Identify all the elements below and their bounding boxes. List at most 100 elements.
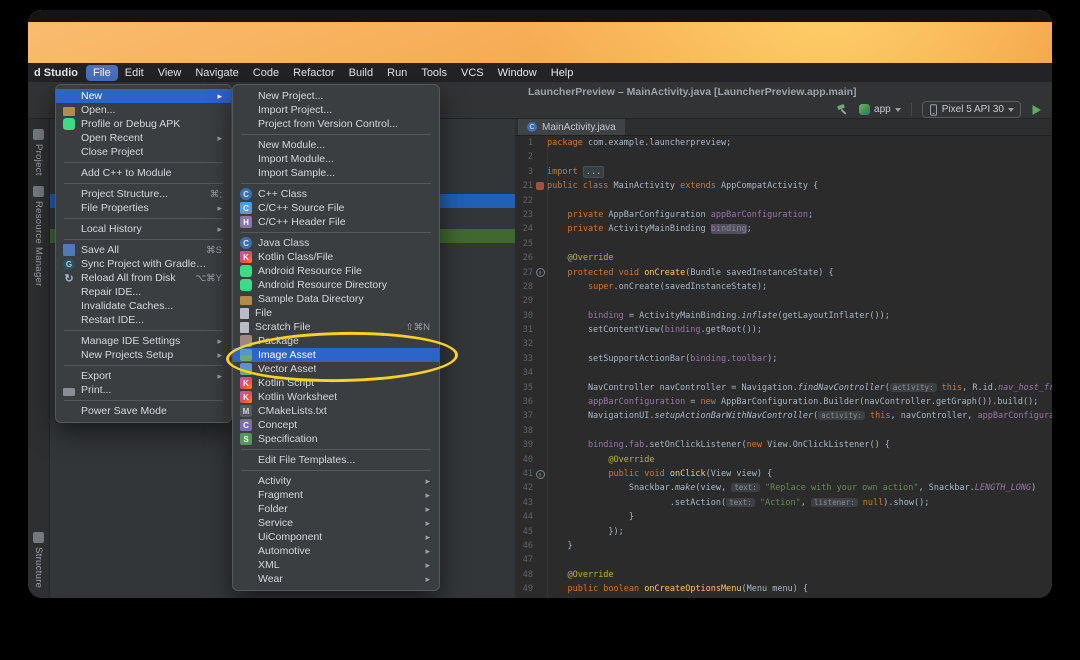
file-menu-item-add-c-to-module[interactable]: Add C++ to Module: [56, 166, 231, 180]
new-submenu-item-file[interactable]: File: [233, 306, 439, 320]
line-number[interactable]: 46: [515, 539, 533, 553]
line-number[interactable]: 45: [515, 525, 533, 539]
menubar-item-vcs[interactable]: VCS: [454, 65, 491, 81]
menubar-item-code[interactable]: Code: [246, 65, 286, 81]
tool-window-button-structure[interactable]: Structure: [33, 527, 44, 593]
new-submenu-item-c-c-source-file[interactable]: CC/C++ Source File: [233, 201, 439, 215]
file-menu-item-print[interactable]: Print...: [56, 383, 231, 397]
line-number[interactable]: 26: [515, 251, 533, 265]
line-number[interactable]: 22: [515, 194, 533, 208]
new-submenu-item-activity[interactable]: Activity▸: [233, 474, 439, 488]
new-submenu-item-android-resource-directory[interactable]: Android Resource Directory: [233, 278, 439, 292]
file-menu-item-profile-or-debug-apk[interactable]: Profile or Debug APK: [56, 117, 231, 131]
new-submenu-item-concept[interactable]: CConcept: [233, 418, 439, 432]
menubar-item-edit[interactable]: Edit: [118, 65, 151, 81]
new-submenu-item-java-class[interactable]: CJava Class: [233, 236, 439, 250]
new-submenu-item-automotive[interactable]: Automotive▸: [233, 544, 439, 558]
line-number[interactable]: 42: [515, 481, 533, 495]
new-submenu-item-new-module[interactable]: New Module...: [233, 138, 439, 152]
new-submenu-item-wear[interactable]: Wear▸: [233, 572, 439, 586]
file-menu-item-close-project[interactable]: Close Project: [56, 145, 231, 159]
line-number[interactable]: 29: [515, 294, 533, 308]
new-submenu-item-specification[interactable]: SSpecification: [233, 432, 439, 446]
tab-mainactivity-java[interactable]: C MainActivity.java: [518, 119, 625, 135]
new-submenu-item-cmakelists-txt[interactable]: MCMakeLists.txt: [233, 404, 439, 418]
line-number[interactable]: 35: [515, 381, 533, 395]
new-submenu-item-new-project[interactable]: New Project...: [233, 89, 439, 103]
new-submenu-item-uicomponent[interactable]: UiComponent▸: [233, 530, 439, 544]
new-submenu-item-sample-data-directory[interactable]: Sample Data Directory: [233, 292, 439, 306]
new-submenu-item-scratch-file[interactable]: Scratch File⇧⌘N: [233, 320, 439, 334]
line-number[interactable]: 49: [515, 582, 533, 596]
menubar-item-file[interactable]: File: [86, 65, 118, 81]
override-method-icon[interactable]: ↑: [536, 470, 545, 479]
menubar-item-view[interactable]: View: [151, 65, 189, 81]
run-config-chooser[interactable]: app: [859, 104, 901, 115]
file-menu-item-new[interactable]: New▸: [56, 89, 231, 103]
new-submenu-item-project-from-version-control[interactable]: Project from Version Control...: [233, 117, 439, 131]
line-number[interactable]: 32: [515, 337, 533, 351]
menubar-item-refactor[interactable]: Refactor: [286, 65, 342, 81]
new-submenu-item-android-resource-file[interactable]: Android Resource File: [233, 264, 439, 278]
line-number[interactable]: 30: [515, 309, 533, 323]
line-number[interactable]: 44: [515, 510, 533, 524]
new-submenu-item-vector-asset[interactable]: Vector Asset: [233, 362, 439, 376]
line-number[interactable]: 48: [515, 568, 533, 582]
line-number[interactable]: 3: [515, 165, 533, 179]
menubar-item-run[interactable]: Run: [380, 65, 414, 81]
new-submenu-item-image-asset[interactable]: Image Asset: [233, 348, 439, 362]
file-menu-item-local-history[interactable]: Local History▸: [56, 222, 231, 236]
run-button[interactable]: [1031, 104, 1042, 116]
line-number[interactable]: 2: [515, 150, 533, 164]
line-number[interactable]: 40: [515, 453, 533, 467]
line-number[interactable]: 21: [515, 179, 533, 193]
menubar-item-help[interactable]: Help: [544, 65, 581, 81]
file-menu-item-power-save-mode[interactable]: Power Save Mode: [56, 404, 231, 418]
new-submenu-item-xml[interactable]: XML▸: [233, 558, 439, 572]
new-submenu-item-import-project[interactable]: Import Project...: [233, 103, 439, 117]
file-menu-item-reload-all-from-disk[interactable]: ↻Reload All from Disk⌥⌘Y: [56, 271, 231, 285]
file-menu-item-sync-project-with-gradle-files[interactable]: GSync Project with Gradle Files: [56, 257, 231, 271]
file-menu-item-open-recent[interactable]: Open Recent▸: [56, 131, 231, 145]
file-menu-item-repair-ide[interactable]: Repair IDE...: [56, 285, 231, 299]
new-submenu-item-import-sample[interactable]: Import Sample...: [233, 166, 439, 180]
file-menu-item-open[interactable]: Open...: [56, 103, 231, 117]
file-menu-item-project-structure[interactable]: Project Structure...⌘;: [56, 187, 231, 201]
file-menu-item-save-all[interactable]: Save All⌘S: [56, 243, 231, 257]
new-submenu-item-service[interactable]: Service▸: [233, 516, 439, 530]
build-hammer-icon[interactable]: [836, 103, 849, 116]
file-menu-item-restart-ide[interactable]: Restart IDE...: [56, 313, 231, 327]
new-submenu-item-folder[interactable]: Folder▸: [233, 502, 439, 516]
new-submenu-item-c-class[interactable]: CC++ Class: [233, 187, 439, 201]
new-submenu-item-kotlin-class-file[interactable]: KKotlin Class/File: [233, 250, 439, 264]
line-number[interactable]: 43: [515, 496, 533, 510]
code-editor[interactable]: 1package com.example.launcherpreview;23i…: [515, 136, 1052, 598]
line-number[interactable]: 36: [515, 395, 533, 409]
line-number[interactable]: 24: [515, 222, 533, 236]
menubar-item-window[interactable]: Window: [491, 65, 544, 81]
file-menu-item-invalidate-caches[interactable]: Invalidate Caches...: [56, 299, 231, 313]
line-number[interactable]: 47: [515, 553, 533, 567]
line-number[interactable]: 39: [515, 438, 533, 452]
device-chooser[interactable]: Pixel 5 API 30: [922, 101, 1021, 118]
line-number[interactable]: 23: [515, 208, 533, 222]
line-number[interactable]: 34: [515, 366, 533, 380]
line-number[interactable]: 1: [515, 136, 533, 150]
new-submenu-item-package[interactable]: Package: [233, 334, 439, 348]
file-menu-item-manage-ide-settings[interactable]: Manage IDE Settings▸: [56, 334, 231, 348]
new-submenu-item-c-c-header-file[interactable]: HC/C++ Header File: [233, 215, 439, 229]
file-menu-item-export[interactable]: Export▸: [56, 369, 231, 383]
class-gutter-icon[interactable]: [536, 182, 544, 190]
line-number[interactable]: 37: [515, 409, 533, 423]
line-number[interactable]: 28: [515, 280, 533, 294]
line-number[interactable]: 27: [515, 266, 533, 280]
menubar-item-tools[interactable]: Tools: [414, 65, 454, 81]
file-menu-item-new-projects-setup[interactable]: New Projects Setup▸: [56, 348, 231, 362]
new-submenu-item-fragment[interactable]: Fragment▸: [233, 488, 439, 502]
line-number[interactable]: 31: [515, 323, 533, 337]
line-number[interactable]: 41: [515, 467, 533, 481]
file-menu-item-file-properties[interactable]: File Properties▸: [56, 201, 231, 215]
line-number[interactable]: 33: [515, 352, 533, 366]
new-submenu-item-import-module[interactable]: Import Module...: [233, 152, 439, 166]
menubar-item-build[interactable]: Build: [342, 65, 380, 81]
